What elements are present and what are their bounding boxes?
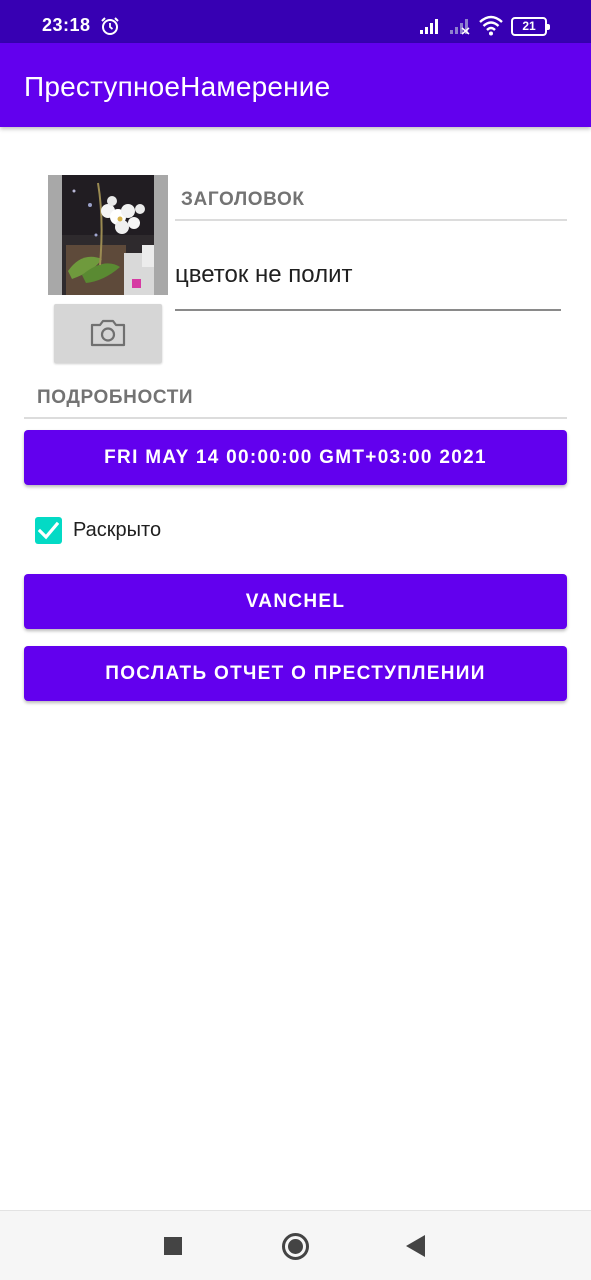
checkmark-icon (38, 521, 59, 540)
home-icon[interactable] (282, 1233, 309, 1260)
crime-title-input[interactable]: цветок не полит (175, 258, 561, 311)
signal-icon (420, 19, 438, 34)
status-bar: 23:18 21 (0, 0, 591, 43)
app-title: ПреступноеНамерение (24, 71, 331, 102)
wifi-icon (479, 15, 503, 36)
crime-photo[interactable] (48, 175, 168, 295)
crime-date-button[interactable]: FRI MAY 14 00:00:00 GMT+03:00 2021 (24, 430, 567, 485)
recents-icon[interactable] (164, 1237, 182, 1255)
battery-icon: 21 (511, 17, 550, 36)
details-label: ПОДРОБНОСТИ (37, 387, 194, 408)
suspect-button[interactable]: VANCHEL (24, 574, 567, 629)
send-report-button[interactable]: ПОСЛАТЬ ОТЧЕТ О ПРЕСТУПЛЕНИИ (24, 646, 567, 701)
alarm-icon (101, 17, 119, 35)
solved-checkbox[interactable] (35, 517, 62, 544)
camera-icon (90, 319, 126, 347)
status-time: 23:18 (42, 15, 91, 35)
photo-image (48, 175, 168, 295)
nav-bar (0, 1210, 591, 1280)
app-bar: ПреступноеНамерение (0, 43, 591, 127)
solved-label: Раскрыто (73, 519, 162, 541)
title-label-divider (175, 219, 567, 221)
signal-empty-icon (450, 19, 470, 35)
title-label: ЗАГОЛОВОК (181, 189, 305, 210)
details-label-divider (24, 417, 567, 419)
camera-button[interactable] (54, 304, 162, 363)
back-icon[interactable] (406, 1235, 425, 1257)
